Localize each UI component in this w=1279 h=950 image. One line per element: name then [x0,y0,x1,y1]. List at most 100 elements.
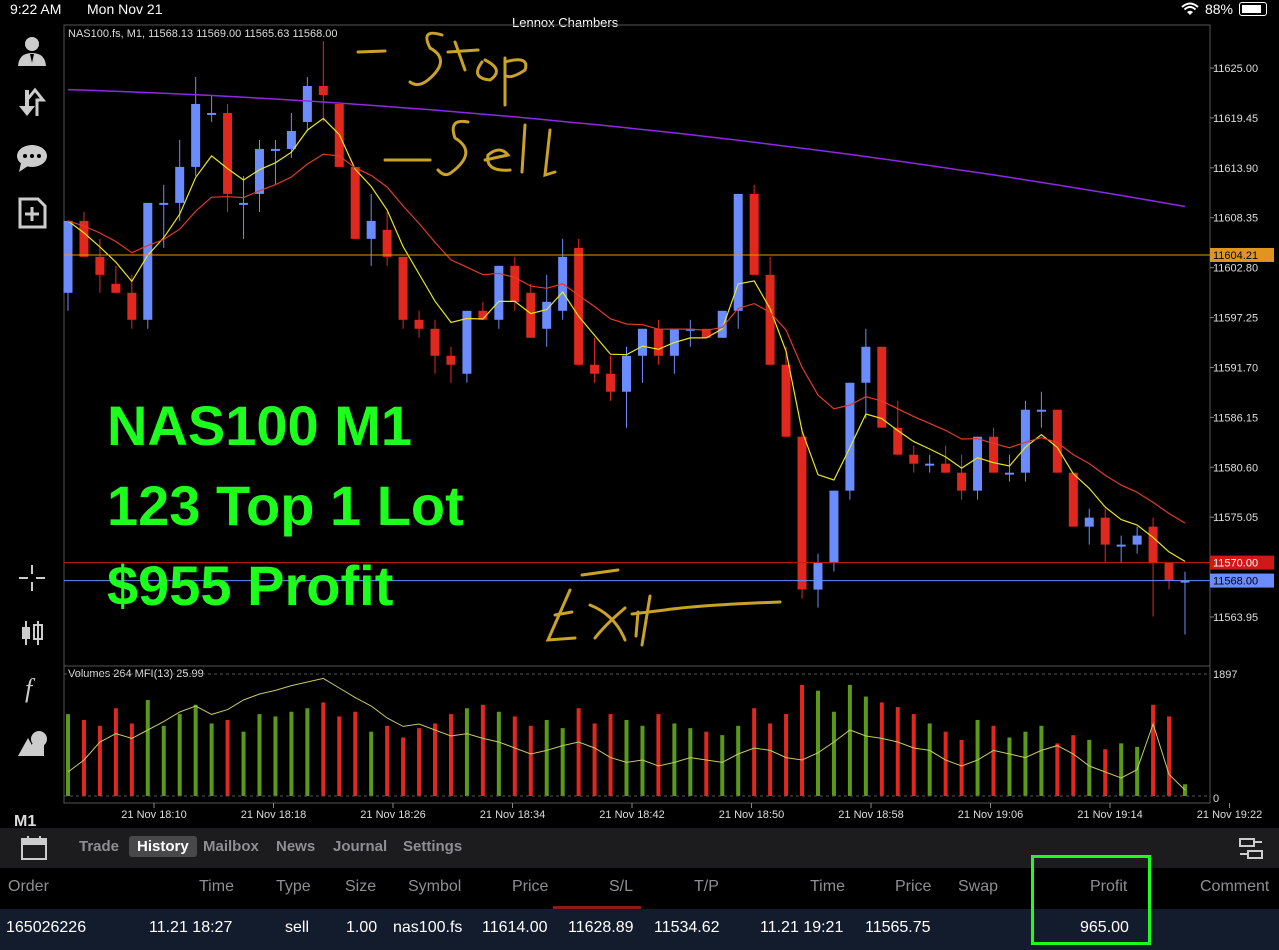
volume-bar [512,716,517,796]
volume-bar [1055,743,1060,796]
volume-bar [959,739,964,796]
col-order[interactable]: Order [8,878,49,896]
volume-bar [1023,731,1028,796]
take-profit: 11534.62 [654,919,720,936]
tab-news[interactable]: News [276,838,315,855]
time-label: 21 Nov 19:14 [1077,809,1142,821]
col-symbol[interactable]: Symbol [408,878,461,896]
price-label: 11580.60 [1213,462,1258,474]
order-id: 165026226 [6,919,87,936]
volume-bar [1119,743,1124,796]
time-label: 21 Nov 18:58 [838,809,903,821]
volume-bar [66,714,70,796]
candle-body [877,346,887,428]
stop-loss: 11628.89 [568,919,634,936]
volume-bar [672,723,677,796]
candle-body [1148,526,1158,563]
time-label: 21 Nov 19:06 [958,809,1023,821]
price-label: 11625.00 [1213,63,1258,75]
time-label: 21 Nov 18:34 [480,809,545,821]
volume-bar [624,719,629,796]
candle-body [1164,562,1174,581]
candle-body [909,454,919,464]
volume-max-label: 1897 [1213,669,1237,681]
candle-body [941,463,951,473]
price-label: 11619.45 [1213,113,1258,125]
volume-bar [464,708,469,796]
col-swap[interactable]: Swap [958,878,998,896]
tab-history[interactable]: History [129,836,197,857]
tab-trade[interactable]: Trade [79,838,119,855]
col-tp[interactable]: T/P [694,878,719,896]
volume-bar [177,714,182,796]
order-size: 1.00 [346,919,378,936]
volume-bar [1135,746,1140,796]
volume-bar [129,723,134,796]
close-price: 11565.75 [865,919,931,936]
tab-settings[interactable]: Settings [403,838,462,855]
candle-body [781,364,791,437]
tab-journal[interactable]: Journal [333,838,387,855]
candle-body [1004,472,1014,475]
open-price: 11614.00 [482,919,548,936]
col-size[interactable]: Size [345,878,376,896]
tab-mailbox[interactable]: Mailbox [203,838,259,855]
candle-body [223,112,233,194]
candle-body [653,328,663,356]
col-close-price[interactable]: Price [895,878,931,896]
candle-body [318,85,328,95]
volume-bar [847,684,852,796]
candle-body [95,256,105,275]
volume-bar [113,708,118,796]
candle-body [973,436,983,491]
volume-bar [768,723,773,796]
candle-body [829,490,839,563]
col-type[interactable]: Type [276,878,311,896]
col-open-time[interactable]: Time [199,878,234,896]
candle-body [462,310,472,374]
candle-body [749,193,759,275]
volume-bar [991,725,996,796]
price-label: 11608.35 [1213,213,1258,225]
candle-body [446,355,456,365]
profit-highlight-box [1031,855,1151,945]
volume-bar [895,707,900,796]
candle-body [813,562,823,590]
volume-bar [1087,739,1092,796]
volume-bar [1167,716,1172,796]
time-label: 21 Nov 18:26 [360,809,425,821]
candle-body [366,220,376,239]
volume-bar [688,728,693,796]
volume-bars [66,677,1187,796]
candle-body [302,85,312,122]
volume-bar [145,700,150,796]
candle-body [622,355,631,392]
blue-level-label: 11568.00 [1213,576,1258,588]
volume-bar [815,690,820,796]
volume-bar [433,723,438,796]
volume-bar [305,708,310,796]
volume-bar [193,704,198,796]
col-open-price[interactable]: Price [512,878,548,896]
col-sl[interactable]: S/L [609,878,633,896]
col-close-time[interactable]: Time [810,878,845,896]
layout-icon[interactable] [1238,836,1264,862]
volume-bar [704,731,709,796]
calendar-icon[interactable] [20,835,48,861]
col-comment[interactable]: Comment [1200,878,1269,896]
candle-body [1084,517,1094,527]
candle-body [510,265,520,302]
price-label: 11575.05 [1213,512,1258,524]
volume-bar [241,731,246,796]
price-label: 11563.95 [1213,612,1258,624]
price-label: 11602.80 [1213,263,1258,275]
volume-bar [1183,784,1187,796]
candle-body [270,148,280,151]
candle-body [350,166,360,239]
candle-body [590,364,600,374]
candle-body [957,472,967,491]
order-type: sell [285,919,310,936]
candle-body [382,229,392,257]
price-label: 11597.25 [1213,313,1258,325]
volume-bar [975,719,980,796]
